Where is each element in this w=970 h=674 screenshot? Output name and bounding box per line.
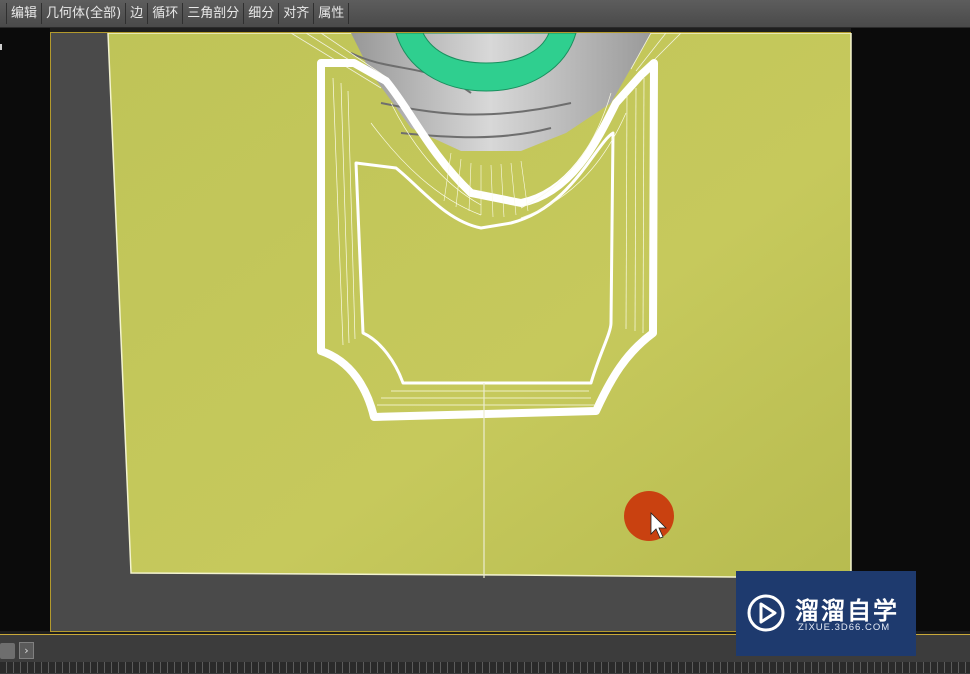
right-panel [851,28,970,631]
menu-triangulate[interactable]: 三角剖分 [183,3,245,24]
watermark-badge: 溜溜自学 ZIXUE.3D66.COM [736,571,916,656]
menu-subdivide[interactable]: 细分 [244,3,280,24]
left-panel [0,28,50,631]
cursor-marker [624,491,674,541]
play-logo-icon [747,594,785,632]
timeline-ruler[interactable] [0,662,970,673]
viewport-scene [107,33,852,579]
menu-align[interactable]: 对齐 [279,3,315,24]
menu-loop[interactable]: 循环 [148,3,184,24]
menu-properties[interactable]: 属性 [314,3,350,24]
watermark-url: ZIXUE.3D66.COM [798,622,891,633]
status-collapse-button[interactable] [0,643,15,659]
left-panel-marker [0,44,2,50]
menu-edit[interactable]: 编辑 [7,3,43,24]
chevron-right-icon[interactable]: › [19,642,34,659]
menu-separator [0,3,7,24]
menu-geometry-all[interactable]: 几何体(全部) [42,3,127,24]
menu-edge[interactable]: 边 [126,3,149,24]
menu-bar: 编辑 几何体(全部) 边 循环 三角剖分 细分 对齐 属性 [0,0,970,28]
3d-viewport[interactable] [50,32,852,632]
watermark-brand: 溜溜自学 [795,597,899,625]
